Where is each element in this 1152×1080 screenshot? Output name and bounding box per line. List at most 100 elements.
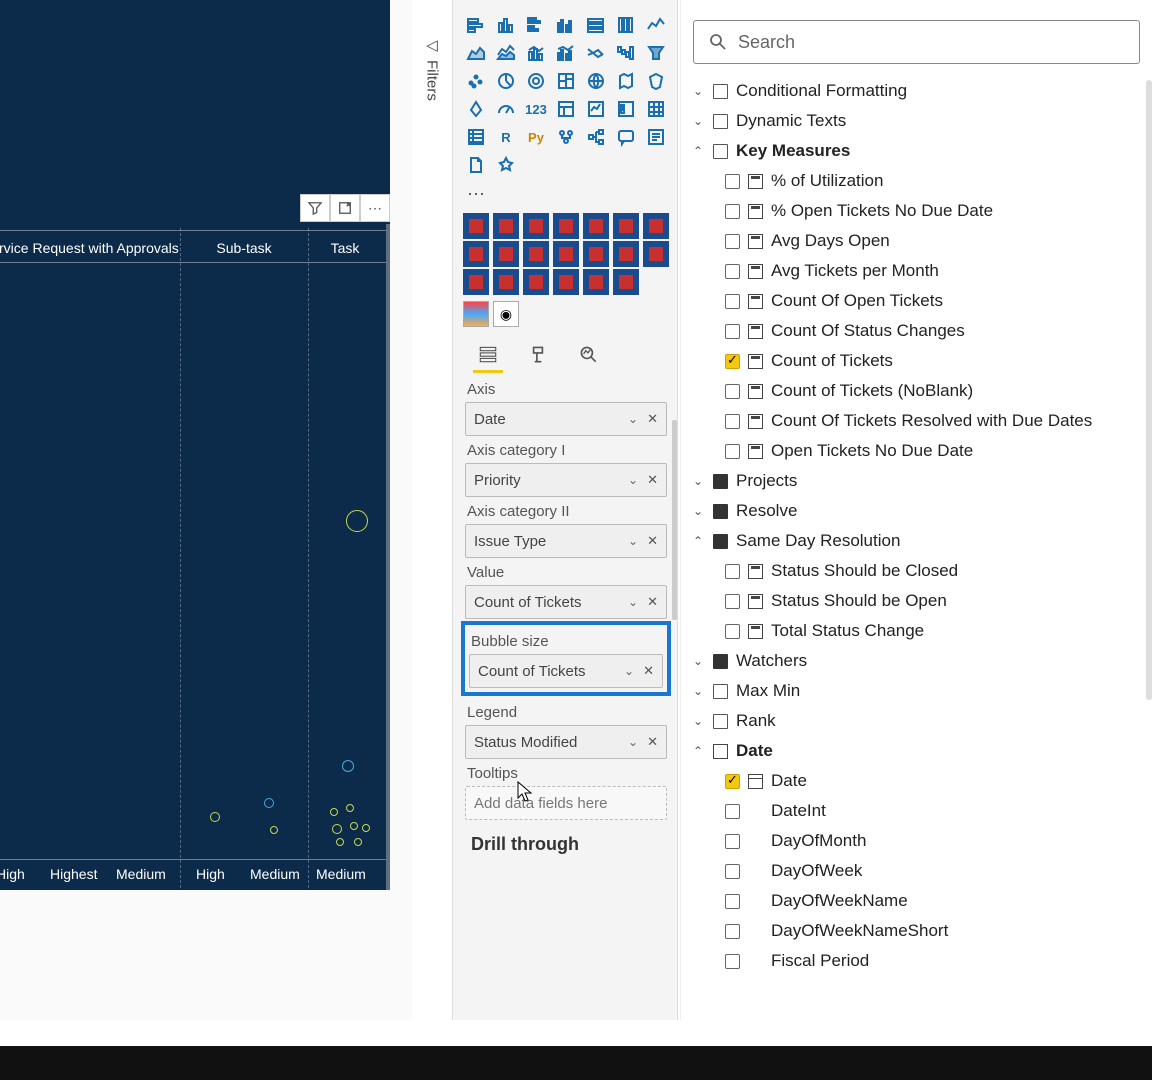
axis-cat2-well[interactable]: Issue Type⌄✕ bbox=[465, 524, 667, 558]
checkbox[interactable] bbox=[725, 324, 740, 339]
filled-map-icon[interactable] bbox=[613, 68, 639, 94]
pie-icon[interactable] bbox=[493, 68, 519, 94]
checkbox[interactable] bbox=[725, 264, 740, 279]
value-well[interactable]: Count of Tickets⌄✕ bbox=[465, 585, 667, 619]
filters-pane-collapsed[interactable]: ◁ Filters bbox=[414, 36, 450, 156]
table-row[interactable]: ⌃Same Day Resolution bbox=[687, 526, 1146, 556]
table-row[interactable]: ⌄Projects bbox=[687, 466, 1146, 496]
custom-visual-icon[interactable] bbox=[613, 213, 639, 239]
table-row[interactable]: ⌄Resolve bbox=[687, 496, 1146, 526]
remove-field-icon[interactable]: ✕ bbox=[647, 472, 658, 488]
field-row[interactable]: Fiscal Period bbox=[687, 946, 1146, 976]
custom-visual-icon[interactable] bbox=[643, 213, 669, 239]
checkbox[interactable] bbox=[725, 414, 740, 429]
multi-card-icon[interactable] bbox=[553, 96, 579, 122]
checkbox[interactable] bbox=[725, 174, 740, 189]
analytics-tab-icon[interactable] bbox=[575, 341, 601, 367]
custom-visual-icon[interactable] bbox=[463, 241, 489, 267]
funnel-icon[interactable] bbox=[643, 40, 669, 66]
checkbox[interactable] bbox=[725, 804, 740, 819]
treemap-icon[interactable] bbox=[553, 68, 579, 94]
field-row[interactable]: % Open Tickets No Due Date bbox=[687, 196, 1146, 226]
checkbox[interactable] bbox=[725, 624, 740, 639]
field-row[interactable]: Count of Tickets (NoBlank) bbox=[687, 376, 1146, 406]
more-options-icon[interactable]: ⋯ bbox=[360, 194, 390, 222]
field-row[interactable]: Count Of Tickets Resolved with Due Dates bbox=[687, 406, 1146, 436]
custom-visual-icon[interactable] bbox=[523, 241, 549, 267]
custom-visual-icon[interactable] bbox=[463, 269, 489, 295]
clustered-column-icon[interactable] bbox=[553, 12, 579, 38]
field-row[interactable]: DayOfWeek bbox=[687, 856, 1146, 886]
axis-cat1-well[interactable]: Priority⌄✕ bbox=[465, 463, 667, 497]
decomposition-tree-icon[interactable] bbox=[583, 124, 609, 150]
field-row[interactable]: DayOfMonth bbox=[687, 826, 1146, 856]
custom-visual-icon[interactable] bbox=[583, 269, 609, 295]
smart-narrative-icon[interactable] bbox=[643, 124, 669, 150]
table-row[interactable]: ⌃Key Measures bbox=[687, 136, 1146, 166]
custom-visual-icon[interactable] bbox=[493, 269, 519, 295]
checkbox[interactable] bbox=[725, 354, 740, 369]
waterfall-icon[interactable] bbox=[613, 40, 639, 66]
checkbox[interactable] bbox=[725, 234, 740, 249]
checkbox[interactable] bbox=[725, 294, 740, 309]
donut-icon[interactable] bbox=[523, 68, 549, 94]
table-row[interactable]: ⌄Conditional Formatting bbox=[687, 76, 1146, 106]
stacked-bar-100-icon[interactable] bbox=[583, 12, 609, 38]
checkbox[interactable] bbox=[725, 594, 740, 609]
field-row[interactable]: DayOfWeekName bbox=[687, 886, 1146, 916]
checkbox[interactable] bbox=[725, 444, 740, 459]
fields-tab-icon[interactable] bbox=[475, 341, 501, 367]
line-stacked-col-icon[interactable] bbox=[523, 40, 549, 66]
chevron-down-icon[interactable]: ⌄ bbox=[624, 664, 634, 678]
custom-visual-icon[interactable] bbox=[583, 241, 609, 267]
ribbon-chart-icon[interactable] bbox=[583, 40, 609, 66]
table-icon[interactable] bbox=[643, 96, 669, 122]
azure-map-icon[interactable] bbox=[463, 96, 489, 122]
chevron-down-icon[interactable]: ⌄ bbox=[628, 473, 638, 487]
table-row[interactable]: ⌄Dynamic Texts bbox=[687, 106, 1146, 136]
custom-visual-icon[interactable] bbox=[523, 269, 549, 295]
get-more-visuals-icon[interactable] bbox=[493, 152, 519, 178]
clustered-bar-icon[interactable] bbox=[523, 12, 549, 38]
scrollbar[interactable] bbox=[1146, 80, 1152, 700]
remove-field-icon[interactable]: ✕ bbox=[643, 663, 654, 679]
stacked-column-icon[interactable] bbox=[493, 12, 519, 38]
field-row[interactable]: Status Should be Open bbox=[687, 586, 1146, 616]
field-row[interactable]: % of Utilization bbox=[687, 166, 1146, 196]
custom-visual-icon[interactable] bbox=[553, 213, 579, 239]
chevron-down-icon[interactable]: ⌄ bbox=[628, 534, 638, 548]
tooltips-well[interactable]: Add data fields here bbox=[465, 786, 667, 820]
field-row[interactable]: Open Tickets No Due Date bbox=[687, 436, 1146, 466]
table-row[interactable]: ⌄Watchers bbox=[687, 646, 1146, 676]
stacked-col-100-icon[interactable] bbox=[613, 12, 639, 38]
table-row[interactable]: ⌄Max Min bbox=[687, 676, 1146, 706]
chevron-down-icon[interactable]: ⌄ bbox=[628, 412, 638, 426]
dot-plot-visual[interactable]: ⋯ ervice Request with Approvals Sub-task… bbox=[0, 0, 390, 890]
scrollbar[interactable] bbox=[672, 420, 677, 620]
chevron-down-icon[interactable]: ⌄ bbox=[628, 735, 638, 749]
field-row[interactable]: DayOfWeekNameShort bbox=[687, 916, 1146, 946]
field-row[interactable]: Status Should be Closed bbox=[687, 556, 1146, 586]
line-chart-icon[interactable] bbox=[643, 12, 669, 38]
remove-field-icon[interactable]: ✕ bbox=[647, 594, 658, 610]
table-row[interactable]: ⌄Rank bbox=[687, 706, 1146, 736]
custom-visual-icon[interactable] bbox=[613, 269, 639, 295]
remove-field-icon[interactable]: ✕ bbox=[647, 734, 658, 750]
field-row[interactable]: Count Of Open Tickets bbox=[687, 286, 1146, 316]
checkbox[interactable] bbox=[725, 564, 740, 579]
area-chart-icon[interactable] bbox=[463, 40, 489, 66]
scatter-icon[interactable] bbox=[463, 68, 489, 94]
remove-field-icon[interactable]: ✕ bbox=[647, 411, 658, 427]
custom-visual-icon[interactable] bbox=[583, 213, 609, 239]
field-row[interactable]: DateInt bbox=[687, 796, 1146, 826]
table-row[interactable]: ⌃Date bbox=[687, 736, 1146, 766]
map-icon[interactable] bbox=[583, 68, 609, 94]
custom-visual-icon[interactable] bbox=[523, 213, 549, 239]
custom-visual-icon[interactable] bbox=[463, 213, 489, 239]
stacked-bar-icon[interactable] bbox=[463, 12, 489, 38]
axis-well[interactable]: Date⌄✕ bbox=[465, 402, 667, 436]
checkbox[interactable] bbox=[725, 894, 740, 909]
legend-well[interactable]: Status Modified⌄✕ bbox=[465, 725, 667, 759]
format-tab-icon[interactable] bbox=[525, 341, 551, 367]
custom-visual-icon[interactable] bbox=[643, 241, 669, 267]
